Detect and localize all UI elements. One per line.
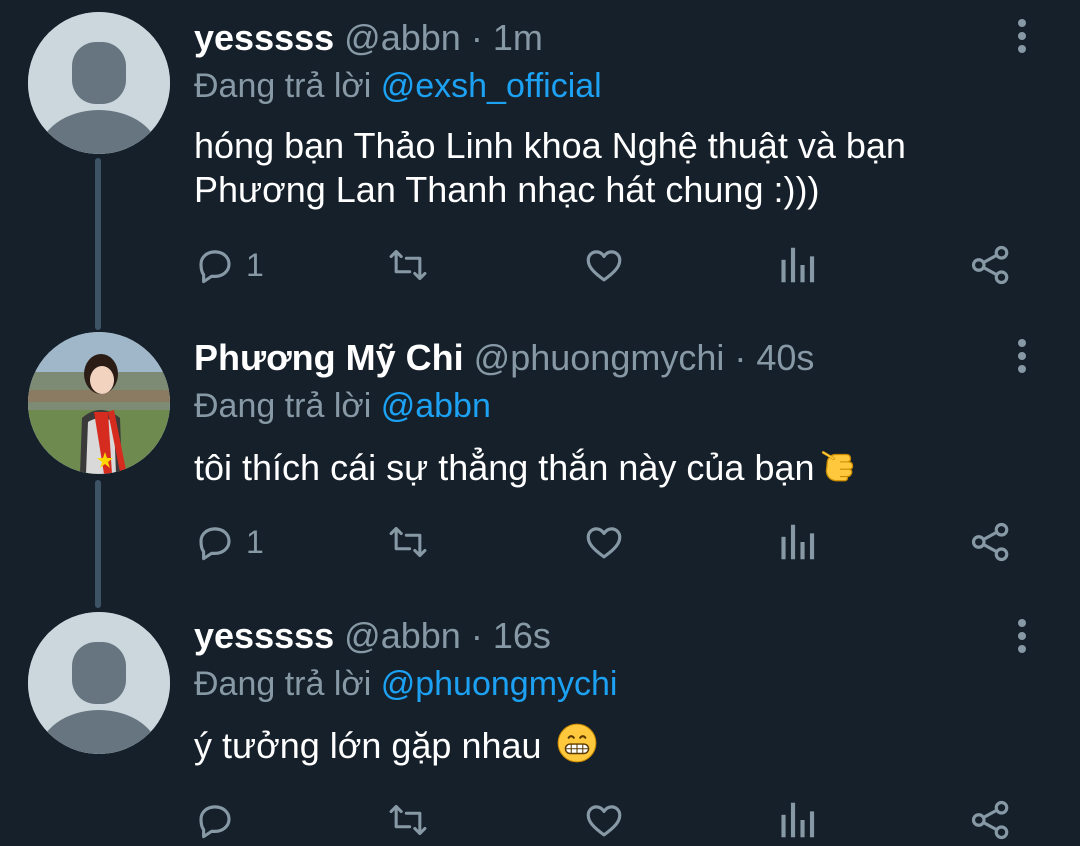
user-handle[interactable]: @abbn: [344, 615, 461, 656]
tweet-text-line: tôi thích cái sự thẳng thắn này của bạn: [194, 447, 815, 488]
tweet-text: ý tưởng lớn gặp nhau: [194, 722, 990, 768]
timestamp[interactable]: 40s: [756, 337, 814, 378]
pointing-hand-emoji: [821, 451, 853, 482]
more-vertical-icon[interactable]: [1008, 614, 1036, 658]
reply-mention[interactable]: @abbn: [381, 387, 491, 425]
profile-photo: [28, 332, 170, 474]
separator: ·: [470, 615, 483, 656]
tweet[interactable]: Phương Mỹ Chi @phuongmychi · 40s Đang tr…: [0, 320, 1080, 605]
reply-button[interactable]: 1: [194, 241, 264, 289]
share-icon: [971, 800, 1009, 840]
share-button[interactable]: [970, 241, 1012, 289]
reply-icon: [199, 527, 231, 561]
retweet-icon: [389, 804, 427, 836]
tweet-text: hóng bạn Thảo Linh khoa Nghệ thuật và bạ…: [194, 124, 990, 212]
tweet-header: yesssss @abbn · 1m: [194, 16, 990, 60]
reply-count: 1: [246, 523, 264, 560]
tweet-text-line: hóng bạn Thảo Linh khoa Nghệ thuật và bạ…: [194, 125, 906, 166]
avatar[interactable]: [28, 612, 170, 754]
share-button[interactable]: [970, 518, 1012, 566]
tweet[interactable]: yesssss @abbn · 16s Đang trả lời @phuong…: [0, 600, 1080, 846]
tweet-text: tôi thích cái sự thẳng thắn này của bạn: [194, 444, 990, 490]
separator: ·: [470, 17, 483, 58]
default-avatar-icon: [28, 12, 170, 154]
tweet[interactable]: yesssss @abbn · 1m Đang trả lời @exsh_of…: [0, 0, 1080, 310]
analytics-icon: [781, 524, 815, 560]
retweet-icon: [389, 249, 427, 281]
reply-context: Đang trả lời @phuongmychi: [194, 662, 990, 706]
tweet-text-line: Phương Lan Thanh nhạc hát chung :))): [194, 169, 820, 210]
retweet-button[interactable]: [386, 796, 430, 844]
tweet-header: yesssss @abbn · 16s: [194, 614, 990, 658]
heart-icon: [586, 805, 622, 837]
analytics-icon: [781, 247, 815, 283]
reply-button[interactable]: [194, 796, 246, 844]
tweet-text-line: ý tưởng lớn gặp nhau: [194, 725, 542, 766]
share-icon: [971, 522, 1009, 562]
like-button[interactable]: [582, 241, 626, 289]
display-name[interactable]: yesssss: [194, 615, 334, 656]
grinning-face-emoji: [557, 723, 596, 763]
heart-icon: [586, 527, 622, 559]
reply-mention[interactable]: @phuongmychi: [381, 665, 618, 703]
reply-mention[interactable]: @exsh_official: [381, 67, 602, 105]
analytics-button[interactable]: [778, 518, 816, 566]
analytics-icon: [781, 802, 815, 838]
retweet-icon: [389, 526, 427, 558]
like-button[interactable]: [582, 796, 626, 844]
retweet-button[interactable]: [386, 518, 430, 566]
tweet-content: yesssss @abbn · 1m Đang trả lời @exsh_of…: [194, 16, 990, 212]
display-name[interactable]: Phương Mỹ Chi: [194, 337, 464, 378]
more-vertical-icon[interactable]: [1008, 334, 1036, 378]
default-avatar-icon: [28, 612, 170, 754]
tweet-actions: [194, 796, 1024, 844]
reply-context: Đang trả lời @exsh_official: [194, 64, 990, 108]
share-button[interactable]: [970, 796, 1012, 844]
display-name[interactable]: yesssss: [194, 17, 334, 58]
tweet-content: yesssss @abbn · 16s Đang trả lời @phuong…: [194, 614, 990, 768]
reply-button[interactable]: 1: [194, 518, 264, 566]
heart-icon: [586, 250, 622, 282]
avatar[interactable]: [28, 12, 170, 154]
analytics-button[interactable]: [778, 241, 816, 289]
reply-prefix: Đang trả lời: [194, 665, 372, 703]
reply-icon: [199, 250, 231, 284]
timestamp[interactable]: 16s: [493, 615, 551, 656]
like-button[interactable]: [582, 518, 626, 566]
reply-count: 1: [246, 246, 264, 283]
user-handle[interactable]: @phuongmychi: [474, 337, 725, 378]
reply-context: Đang trả lời @abbn: [194, 384, 990, 428]
tweet-header: Phương Mỹ Chi @phuongmychi · 40s: [194, 336, 990, 380]
tweet-actions: 1: [194, 241, 1024, 289]
tweet-content: Phương Mỹ Chi @phuongmychi · 40s Đang tr…: [194, 336, 990, 490]
timestamp[interactable]: 1m: [493, 17, 543, 58]
reply-icon: [199, 805, 231, 839]
reply-prefix: Đang trả lời: [194, 387, 372, 425]
thread-view: yesssss @abbn · 1m Đang trả lời @exsh_of…: [0, 0, 1080, 846]
tweet-actions: 1: [194, 518, 1024, 566]
more-vertical-icon[interactable]: [1008, 14, 1036, 58]
separator: ·: [734, 337, 747, 378]
reply-prefix: Đang trả lời: [194, 67, 372, 105]
retweet-button[interactable]: [386, 241, 430, 289]
analytics-button[interactable]: [778, 796, 816, 844]
user-handle[interactable]: @abbn: [344, 17, 461, 58]
avatar[interactable]: [28, 332, 170, 474]
share-icon: [971, 245, 1009, 285]
